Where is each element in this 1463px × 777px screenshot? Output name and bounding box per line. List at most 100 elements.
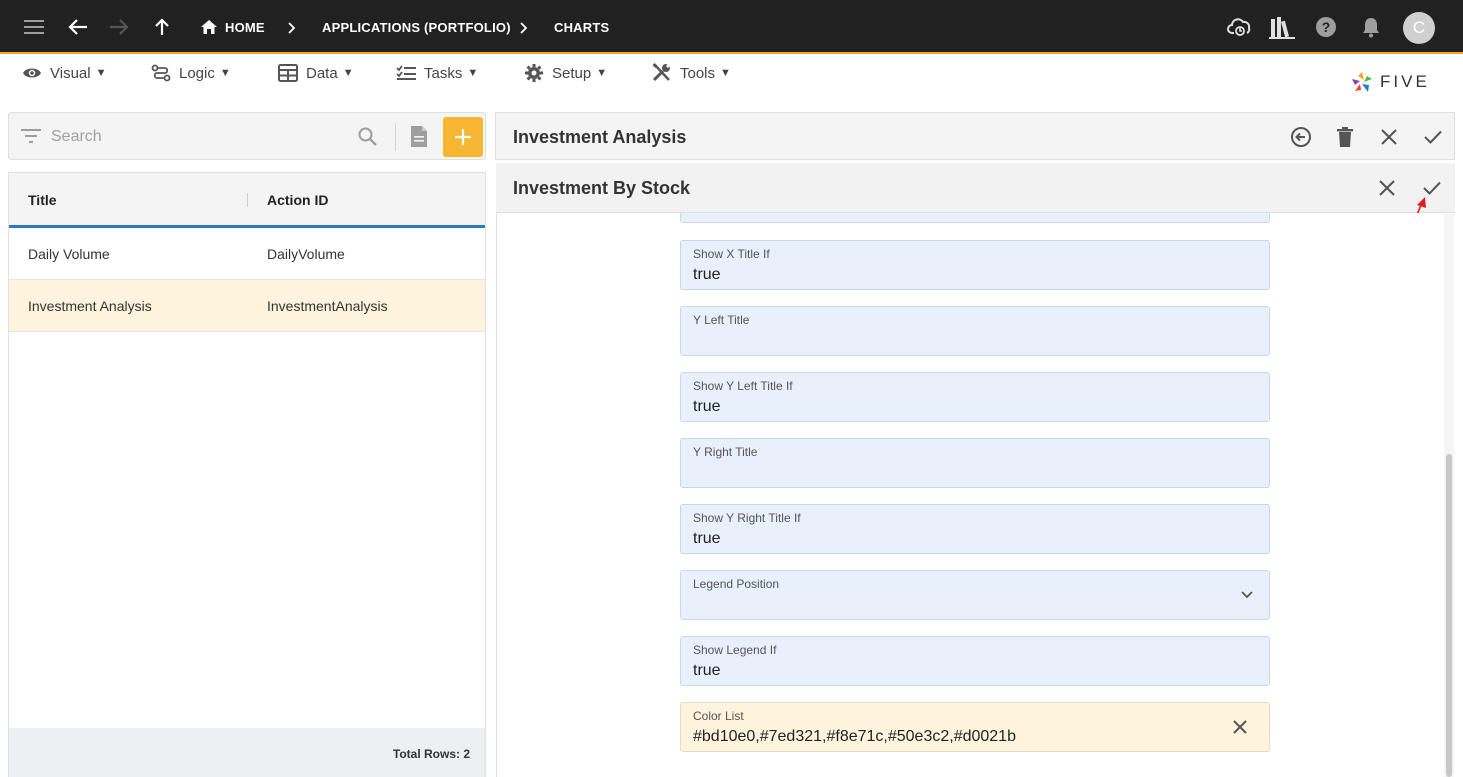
field-label: Legend Position xyxy=(693,577,780,591)
five-logo-star-icon xyxy=(1352,72,1372,92)
document-icon[interactable] xyxy=(410,125,428,148)
column-header-action-id[interactable]: Action ID xyxy=(267,192,328,208)
field-label: Color List xyxy=(693,709,744,723)
user-avatar[interactable]: C xyxy=(1403,12,1435,44)
save-check-icon[interactable] xyxy=(1419,123,1447,151)
main-menu-bar: Visual ▼ Logic ▼ Data ▼ Tasks ▼ Setup ▼ Tools… xyxy=(0,56,1463,100)
field-label: Show X Title If xyxy=(693,247,770,261)
show-y-left-title-if-field[interactable]: Show Y Left Title If true xyxy=(680,372,1270,422)
field-label: Y Left Title xyxy=(693,313,750,327)
search-divider xyxy=(395,123,396,151)
menu-tasks-label: Tasks xyxy=(424,64,463,82)
row-action-id: InvestmentAnalysis xyxy=(267,298,388,314)
detail-header: Investment Analysis xyxy=(495,112,1455,160)
table-row-selected[interactable]: Investment Analysis InvestmentAnalysis xyxy=(9,280,485,332)
row-title: Investment Analysis xyxy=(28,298,152,314)
clear-icon[interactable] xyxy=(1233,720,1247,734)
chevron-right-icon xyxy=(517,19,531,37)
hamburger-menu-icon[interactable] xyxy=(22,15,46,39)
delete-icon[interactable] xyxy=(1331,123,1359,151)
back-arrow-icon[interactable] xyxy=(66,15,90,39)
notifications-bell-icon[interactable] xyxy=(1358,14,1384,40)
subform-scrollbar[interactable] xyxy=(1444,214,1454,777)
home-icon[interactable] xyxy=(198,17,220,37)
previous-field-stub xyxy=(680,213,1270,223)
up-arrow-icon[interactable] xyxy=(150,15,174,39)
detail-title: Investment Analysis xyxy=(513,127,687,147)
record-list: Title Action ID Daily Volume DailyVolume… xyxy=(8,172,486,777)
table-row[interactable]: Daily Volume DailyVolume xyxy=(9,228,485,280)
column-separator[interactable] xyxy=(247,193,248,207)
history-icon[interactable] xyxy=(1287,123,1315,151)
row-action-id: DailyVolume xyxy=(267,246,345,262)
menu-tools[interactable]: Tools ▼ xyxy=(652,62,731,84)
menu-data-label: Data xyxy=(306,64,338,82)
field-label: Show Legend If xyxy=(693,643,777,657)
field-value: true xyxy=(693,530,721,547)
breadcrumb-charts[interactable]: CHARTS xyxy=(554,20,609,35)
caret-down-icon: ▼ xyxy=(720,67,731,79)
field-label: Y Right Title xyxy=(693,445,758,459)
subform-title: Investment By Stock xyxy=(513,178,691,198)
search-icon[interactable] xyxy=(358,127,377,146)
chevron-down-icon[interactable] xyxy=(1241,591,1253,599)
svg-text:?: ? xyxy=(1322,19,1331,35)
menu-setup[interactable]: Setup ▼ xyxy=(524,62,607,84)
list-header: Title Action ID xyxy=(9,173,485,228)
five-logo: FIVE xyxy=(1350,70,1430,94)
eye-icon xyxy=(23,68,41,78)
forward-arrow-icon[interactable] xyxy=(107,15,131,39)
plus-icon xyxy=(455,129,471,145)
help-icon[interactable]: ? xyxy=(1313,14,1339,40)
close-icon[interactable] xyxy=(1373,174,1401,202)
legend-position-select[interactable]: Legend Position xyxy=(680,570,1270,620)
menu-logic[interactable]: Logic ▼ xyxy=(151,62,231,84)
top-app-bar: HOME APPLICATIONS (PORTFOLIO) CHARTS ? C xyxy=(0,0,1463,54)
menu-tools-label: Tools xyxy=(680,64,716,82)
checklist-icon xyxy=(396,65,416,80)
caret-down-icon: ▼ xyxy=(342,67,354,79)
filter-icon[interactable] xyxy=(21,129,41,143)
menu-setup-label: Setup xyxy=(552,64,592,82)
logic-flow-icon xyxy=(151,64,171,82)
menu-tasks[interactable]: Tasks ▼ xyxy=(396,62,478,84)
add-button[interactable] xyxy=(443,117,483,157)
subform-body: Show X Title If true Y Left Title Show Y… xyxy=(496,213,1455,777)
library-books-icon[interactable] xyxy=(1268,13,1296,41)
total-rows-count: Total Rows: 2 xyxy=(392,747,470,761)
field-label: Show Y Right Title If xyxy=(693,511,801,525)
menu-visual[interactable]: Visual ▼ xyxy=(22,62,106,84)
five-logo-text: FIVE xyxy=(1380,72,1430,91)
search-bar xyxy=(8,112,486,160)
menu-data[interactable]: Data ▼ xyxy=(278,62,354,84)
chevron-right-icon xyxy=(285,19,299,37)
list-footer: Total Rows: 2 xyxy=(9,728,485,777)
avatar-initial: C xyxy=(1412,18,1426,37)
y-right-title-field[interactable]: Y Right Title xyxy=(680,438,1270,488)
table-grid-icon xyxy=(278,64,298,82)
caret-down-icon: ▼ xyxy=(95,67,107,79)
show-x-title-if-field[interactable]: Show X Title If true xyxy=(680,240,1270,290)
column-header-title[interactable]: Title xyxy=(28,192,57,208)
search-input[interactable] xyxy=(51,125,351,149)
row-title: Daily Volume xyxy=(28,246,110,262)
field-label: Show Y Left Title If xyxy=(693,379,793,393)
breadcrumb-home[interactable]: HOME xyxy=(225,20,265,35)
close-icon[interactable] xyxy=(1375,123,1403,151)
cloud-sync-icon[interactable] xyxy=(1226,13,1254,41)
show-y-right-title-if-field[interactable]: Show Y Right Title If true xyxy=(680,504,1270,554)
menu-visual-label: Visual xyxy=(50,64,91,82)
caret-down-icon: ▼ xyxy=(219,67,231,79)
y-left-title-field[interactable]: Y Left Title xyxy=(680,306,1270,356)
field-value: true xyxy=(693,662,721,679)
breadcrumb-applications[interactable]: APPLICATIONS (PORTFOLIO) xyxy=(322,20,511,35)
subform-header: Investment By Stock xyxy=(496,163,1455,213)
color-list-field[interactable]: Color List #bd10e0,#7ed321,#f8e71c,#50e3… xyxy=(680,702,1270,752)
field-value: #bd10e0,#7ed321,#f8e71c,#50e3c2,#d0021b xyxy=(693,728,1016,745)
show-legend-if-field[interactable]: Show Legend If true xyxy=(680,636,1270,686)
tools-icon xyxy=(652,63,670,82)
field-value: true xyxy=(693,398,721,415)
caret-down-icon: ▼ xyxy=(596,67,608,79)
field-value: true xyxy=(693,266,721,283)
scrollbar-thumb[interactable] xyxy=(1446,454,1452,777)
